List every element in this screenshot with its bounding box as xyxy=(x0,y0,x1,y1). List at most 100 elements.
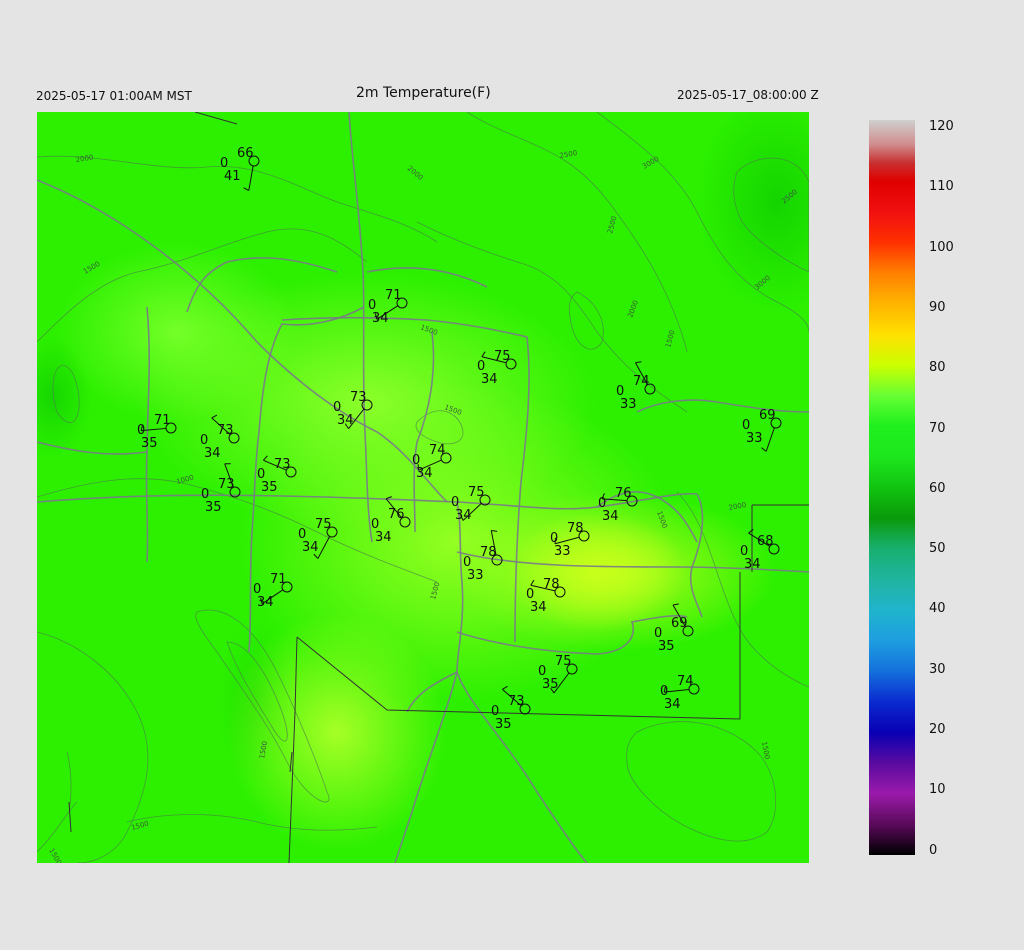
colorbar-tick-label: 10 xyxy=(929,782,946,798)
wind-barb-flag xyxy=(385,496,392,500)
contour-label: 1500 xyxy=(419,323,438,337)
station-plot: 73035 xyxy=(257,455,297,495)
station-plot: 73035 xyxy=(201,463,241,515)
station-plot: 71034 xyxy=(368,288,408,326)
station-dewpoint: 35 xyxy=(495,717,512,732)
station-plot: 76034 xyxy=(598,486,638,524)
contour-label: 1500 xyxy=(429,581,441,600)
wind-barb-flag xyxy=(672,603,679,606)
station-temperature: 74 xyxy=(429,443,446,458)
colorbar-tick-label: 50 xyxy=(929,541,946,557)
station-dewpoint: 35 xyxy=(658,639,675,654)
wind-barb-flag xyxy=(748,528,754,534)
temperature-map: 2000 1500 2000 2500 3000 2500 2500 3000 2000 1500… xyxy=(37,112,809,863)
station-temperature: 66 xyxy=(237,146,254,161)
station-plot: 78034 xyxy=(526,577,566,615)
station-temperature: 73 xyxy=(274,457,291,472)
wind-barb-flag xyxy=(530,579,535,586)
station-temperature: 71 xyxy=(270,572,287,587)
station-dewpoint: 34 xyxy=(302,540,319,555)
station-plot: 73034 xyxy=(200,414,240,461)
station-dewpoint: 33 xyxy=(746,431,763,446)
contour-label: 1500 xyxy=(82,260,101,276)
station-plot: 66041 xyxy=(220,146,260,191)
wind-barb xyxy=(317,536,331,559)
wind-barb xyxy=(554,536,580,545)
station-dewpoint: 34 xyxy=(530,600,547,615)
colorbar-tick-label: 60 xyxy=(929,480,946,496)
contour-label: 2500 xyxy=(780,188,799,206)
station-plot: 69035 xyxy=(654,603,694,654)
station-dewpoint: 34 xyxy=(337,413,354,428)
station-temperature: 71 xyxy=(385,288,402,303)
wind-barb-flag xyxy=(761,447,767,452)
station-plot: 73034 xyxy=(333,390,373,429)
contour-labels: 2000 1500 2000 2500 3000 2500 2500 3000 2000 1500… xyxy=(47,149,799,863)
station-plot: 71034 xyxy=(253,572,293,610)
station-plot: 74034 xyxy=(660,674,700,712)
station-plot: 75034 xyxy=(298,517,338,559)
station-temperature: 76 xyxy=(615,486,632,501)
wind-barb-flag xyxy=(635,361,642,364)
colorbar-tick-label: 30 xyxy=(929,661,946,677)
station-temperature: 73 xyxy=(218,477,235,492)
contour-label: 2500 xyxy=(559,149,578,160)
station-dewpoint: 34 xyxy=(375,530,392,545)
wind-barb-flag xyxy=(211,414,218,419)
station-dewpoint: 34 xyxy=(372,311,389,326)
contour-label: 1500 xyxy=(655,510,669,529)
station-temperature: 73 xyxy=(508,694,525,709)
station-temperature: 73 xyxy=(217,423,234,438)
colorbar-tick-label: 100 xyxy=(929,239,954,255)
station-temperature: 75 xyxy=(315,517,332,532)
contour-label: 2500 xyxy=(606,215,618,234)
colorbar-tick-label: 90 xyxy=(929,299,946,315)
contour-label: 2000 xyxy=(626,299,640,318)
station-plot: 68034 xyxy=(740,528,780,572)
station-temperature: 69 xyxy=(671,616,688,631)
station-plot: 71035 xyxy=(137,413,177,451)
wind-barb-flag xyxy=(491,530,498,532)
station-temperature: 75 xyxy=(468,485,485,500)
station-dewpoint: 41 xyxy=(224,169,241,184)
station-plot: 75035 xyxy=(538,654,578,694)
colorbar-tick-label: 0 xyxy=(929,842,938,858)
station-temperature: 78 xyxy=(567,521,584,536)
station-dewpoint: 34 xyxy=(455,508,472,523)
contour-label: 2000 xyxy=(406,164,425,182)
station-temperature: 75 xyxy=(555,654,572,669)
station-temperature: 69 xyxy=(759,408,776,423)
station-plot: 75034 xyxy=(477,349,517,387)
station-temperature: 78 xyxy=(543,577,560,592)
map-overlay: 2000 1500 2000 2500 3000 2500 2500 3000 2000 1500… xyxy=(37,112,809,863)
station-plot: 74034 xyxy=(412,443,452,481)
county-boundaries xyxy=(68,112,809,863)
station-temperature: 75 xyxy=(494,349,511,364)
wind-barb xyxy=(765,427,775,452)
station-dewpoint: 34 xyxy=(481,372,498,387)
wind-barb-flag xyxy=(243,187,250,191)
station-dewpoint: 34 xyxy=(257,595,274,610)
station-dewpoint: 33 xyxy=(467,568,484,583)
wind-barb-flag xyxy=(263,455,268,461)
station-dewpoint: 33 xyxy=(620,397,637,412)
colorbar-tick-label: 80 xyxy=(929,360,946,376)
contour-label: 3000 xyxy=(753,274,772,292)
station-dewpoint: 34 xyxy=(602,509,619,524)
colorbar-tick-label: 110 xyxy=(929,179,954,195)
colorbar-gradient xyxy=(869,120,915,855)
contour-label: 3000 xyxy=(641,155,660,171)
station-dewpoint: 34 xyxy=(416,466,433,481)
contour-label: 1500 xyxy=(258,740,269,759)
station-dewpoint: 35 xyxy=(205,500,222,515)
station-temperature: 73 xyxy=(350,390,367,405)
wind-barb-flag xyxy=(481,351,486,358)
map-title: 2m Temperature(F) xyxy=(356,85,491,101)
contour-label: 2000 xyxy=(75,154,94,164)
colorbar-tick-label: 20 xyxy=(929,722,946,737)
station-dewpoint: 34 xyxy=(664,697,681,712)
station-dewpoint: 34 xyxy=(744,557,761,572)
station-temperature: 71 xyxy=(154,413,171,428)
station-plot: 76034 xyxy=(371,496,411,545)
colorbar-tick-label: 40 xyxy=(929,601,946,617)
